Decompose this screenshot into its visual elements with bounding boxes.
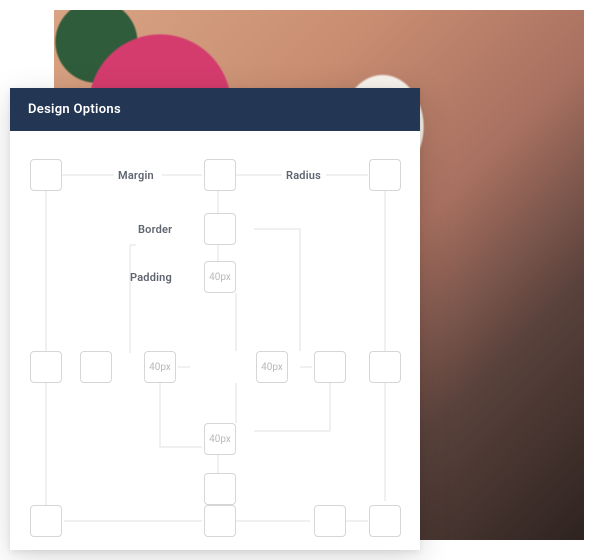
panel-title: Design Options — [10, 88, 420, 131]
design-options-panel: Design Options — [10, 88, 420, 550]
border-left-input[interactable] — [80, 351, 112, 383]
border-right-input[interactable] — [314, 351, 346, 383]
margin-bottom-input[interactable] — [204, 505, 236, 537]
margin-top-input[interactable] — [204, 159, 236, 191]
padding-left-input[interactable]: 40px — [144, 351, 176, 383]
padding-bottom-input[interactable]: 40px — [204, 423, 236, 455]
radius-bottom-left-input[interactable] — [30, 505, 62, 537]
margin-left-input[interactable] — [30, 159, 62, 191]
border-top-input[interactable] — [204, 213, 236, 245]
radius-label: Radius — [286, 169, 321, 182]
padding-label: Padding — [130, 271, 172, 284]
panel-body: Margin Radius Border Padding 40px 40px 4… — [10, 131, 420, 550]
radius-bottom-right-2-input[interactable] — [369, 505, 401, 537]
radius-bottom-right-input[interactable] — [314, 505, 346, 537]
border-bottom-input[interactable] — [204, 473, 236, 505]
padding-right-input[interactable]: 40px — [256, 351, 288, 383]
margin-right-input[interactable] — [369, 351, 401, 383]
margin-label: Margin — [118, 169, 154, 182]
border-label: Border — [138, 223, 172, 236]
margin-left-mid-input[interactable] — [30, 351, 62, 383]
padding-top-input[interactable]: 40px — [204, 261, 236, 293]
radius-top-right-input[interactable] — [369, 159, 401, 191]
